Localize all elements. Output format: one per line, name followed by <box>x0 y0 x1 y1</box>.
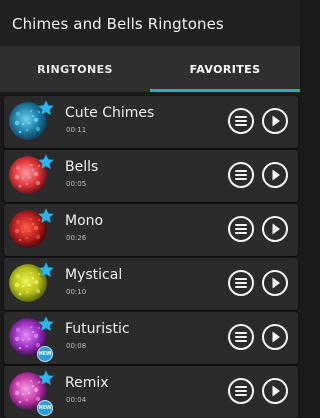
ringtone-duration: 00:26 <box>66 234 87 242</box>
play-button[interactable] <box>262 378 288 404</box>
menu-icon <box>235 278 247 288</box>
ringtone-name: Futuristic <box>65 321 130 337</box>
app-bar: Chimes and Bells Ringtones <box>0 0 300 46</box>
ringtone-duration: 00:11 <box>66 126 87 134</box>
menu-button[interactable] <box>228 270 254 296</box>
list-item[interactable]: Cute Chimes 00:11 <box>4 96 298 148</box>
ringtone-duration: 00:08 <box>66 342 87 350</box>
ringtone-name: Remix <box>65 375 109 391</box>
tab-ringtones[interactable]: RINGTONES <box>0 46 150 92</box>
ringtone-duration: 00:05 <box>66 180 87 188</box>
ringtone-name: Mono <box>65 213 104 229</box>
list-item[interactable]: Mystical 00:10 <box>4 258 298 310</box>
play-button[interactable] <box>262 162 288 188</box>
menu-icon <box>235 386 247 396</box>
menu-icon <box>235 224 247 234</box>
menu-icon <box>235 170 247 180</box>
ringtone-name: Cute Chimes <box>65 105 155 121</box>
tab-bar: RINGTONES FAVORITES <box>0 46 300 92</box>
ringtone-name: Bells <box>65 159 99 175</box>
menu-icon <box>235 116 247 126</box>
menu-button[interactable] <box>228 108 254 134</box>
play-button[interactable] <box>262 216 288 242</box>
menu-icon <box>235 332 247 342</box>
list-item[interactable]: Mono 00:26 <box>4 204 298 256</box>
favorite-star-icon[interactable] <box>37 153 55 171</box>
new-badge: NEW <box>37 400 53 416</box>
play-icon <box>272 385 280 397</box>
play-icon <box>272 277 280 289</box>
tab-selected-indicator <box>150 89 300 92</box>
play-icon <box>272 223 280 235</box>
play-icon <box>272 169 280 181</box>
play-button[interactable] <box>262 324 288 350</box>
new-badge: NEW <box>37 346 53 362</box>
menu-button[interactable] <box>228 162 254 188</box>
ringtone-duration: 00:10 <box>66 288 87 296</box>
list-item[interactable]: Bells 00:05 <box>4 150 298 202</box>
favorite-star-icon[interactable] <box>37 99 55 117</box>
menu-button[interactable] <box>228 324 254 350</box>
list-item[interactable]: NEW Futuristic 00:08 <box>4 312 298 364</box>
favorite-star-icon[interactable] <box>37 315 55 333</box>
play-button[interactable] <box>262 108 288 134</box>
tab-favorites[interactable]: FAVORITES <box>150 46 300 92</box>
menu-button[interactable] <box>228 216 254 242</box>
favorite-star-icon[interactable] <box>37 207 55 225</box>
favorite-star-icon[interactable] <box>37 261 55 279</box>
play-icon <box>272 115 280 127</box>
play-icon <box>272 331 280 343</box>
menu-button[interactable] <box>228 378 254 404</box>
play-button[interactable] <box>262 270 288 296</box>
list-item[interactable]: NEW Remix 00:04 <box>4 366 298 418</box>
favorite-star-icon[interactable] <box>37 369 55 387</box>
app-title: Chimes and Bells Ringtones <box>12 15 224 33</box>
ringtone-name: Mystical <box>65 267 123 283</box>
ringtone-duration: 00:04 <box>66 396 87 404</box>
